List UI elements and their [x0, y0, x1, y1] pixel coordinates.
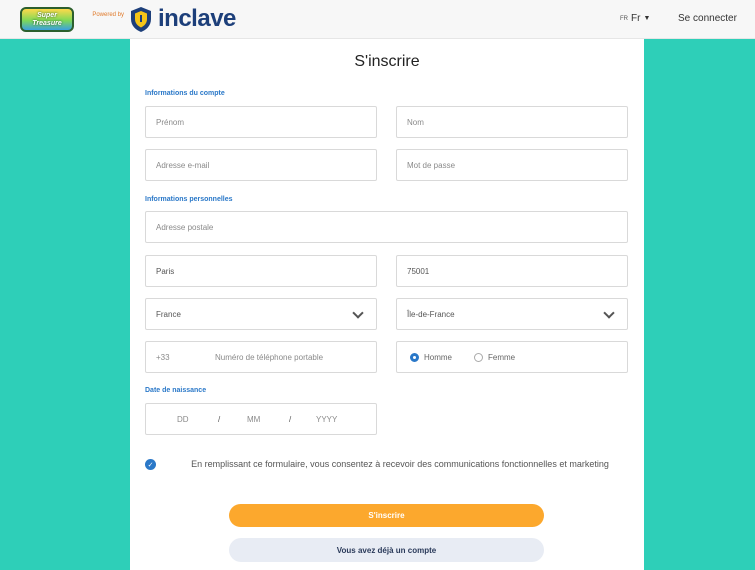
existing-account-button[interactable]: Vous avez déjà un compte — [229, 538, 544, 562]
lastname-field[interactable]: Nom — [396, 106, 628, 138]
gender-female-radio[interactable] — [474, 352, 484, 362]
phone-input[interactable]: +33 Numéro de téléphone portable — [145, 341, 377, 373]
language-code: FR — [620, 15, 628, 22]
birth-month-field[interactable]: MM — [247, 415, 260, 424]
signup-card: S'inscrire Informations du compte Prénom… — [130, 39, 644, 570]
country-select[interactable]: France — [145, 298, 377, 330]
section-birthdate: Date de naissance — [145, 387, 207, 394]
shield-icon — [131, 7, 151, 32]
date-separator: / — [218, 414, 221, 424]
gender-female-label[interactable]: Femme — [488, 353, 515, 362]
phone-placeholder: Numéro de téléphone portable — [215, 352, 324, 362]
gender-male-label[interactable]: Homme — [424, 353, 452, 362]
date-separator: / — [289, 414, 292, 424]
city-field[interactable]: Paris — [145, 255, 377, 287]
email-field[interactable]: Adresse e-mail — [145, 149, 377, 181]
password-field[interactable]: Mot de passe — [396, 149, 628, 181]
consent-text: En remplissant ce formulaire, vous conse… — [191, 459, 609, 469]
chevron-down-icon — [352, 307, 364, 319]
gender-radio-group: Homme Femme — [396, 341, 628, 373]
firstname-field[interactable]: Prénom — [145, 106, 377, 138]
zip-field[interactable]: 75001 — [396, 255, 628, 287]
game-logo[interactable]: Super Treasure — [20, 7, 74, 32]
language-label: Fr — [631, 13, 641, 24]
section-personal-info: Informations personnelles — [145, 196, 233, 203]
region-select[interactable]: Île-de-France — [396, 298, 628, 330]
page-title: S'inscrire — [354, 53, 420, 70]
consent-checkbox[interactable]: ✓ — [145, 459, 156, 470]
check-icon: ✓ — [147, 461, 154, 469]
address-field[interactable]: Adresse postale — [145, 211, 628, 243]
language-selector[interactable]: FR Fr ▼ — [620, 13, 650, 24]
country-value: France — [156, 309, 181, 319]
birth-year-field[interactable]: YYYY — [316, 415, 337, 424]
birthdate-input: DD / MM / YYYY — [145, 403, 377, 435]
section-account-info: Informations du compte — [145, 90, 225, 97]
login-link[interactable]: Se connecter — [678, 13, 737, 24]
chevron-down-icon — [603, 307, 615, 319]
top-bar: Super Treasure Powered by inclave FR Fr … — [0, 0, 755, 39]
powered-by-label: Powered by — [92, 12, 124, 18]
birth-day-field[interactable]: DD — [177, 415, 189, 424]
game-logo-text: Super Treasure — [32, 11, 62, 27]
region-value: Île-de-France — [407, 309, 455, 319]
gender-male-radio[interactable] — [410, 352, 419, 362]
caret-down-icon: ▼ — [643, 15, 651, 22]
brand-name: inclave — [158, 5, 236, 32]
phone-prefix: +33 — [156, 352, 170, 362]
signup-button[interactable]: S'inscrire — [229, 504, 544, 527]
